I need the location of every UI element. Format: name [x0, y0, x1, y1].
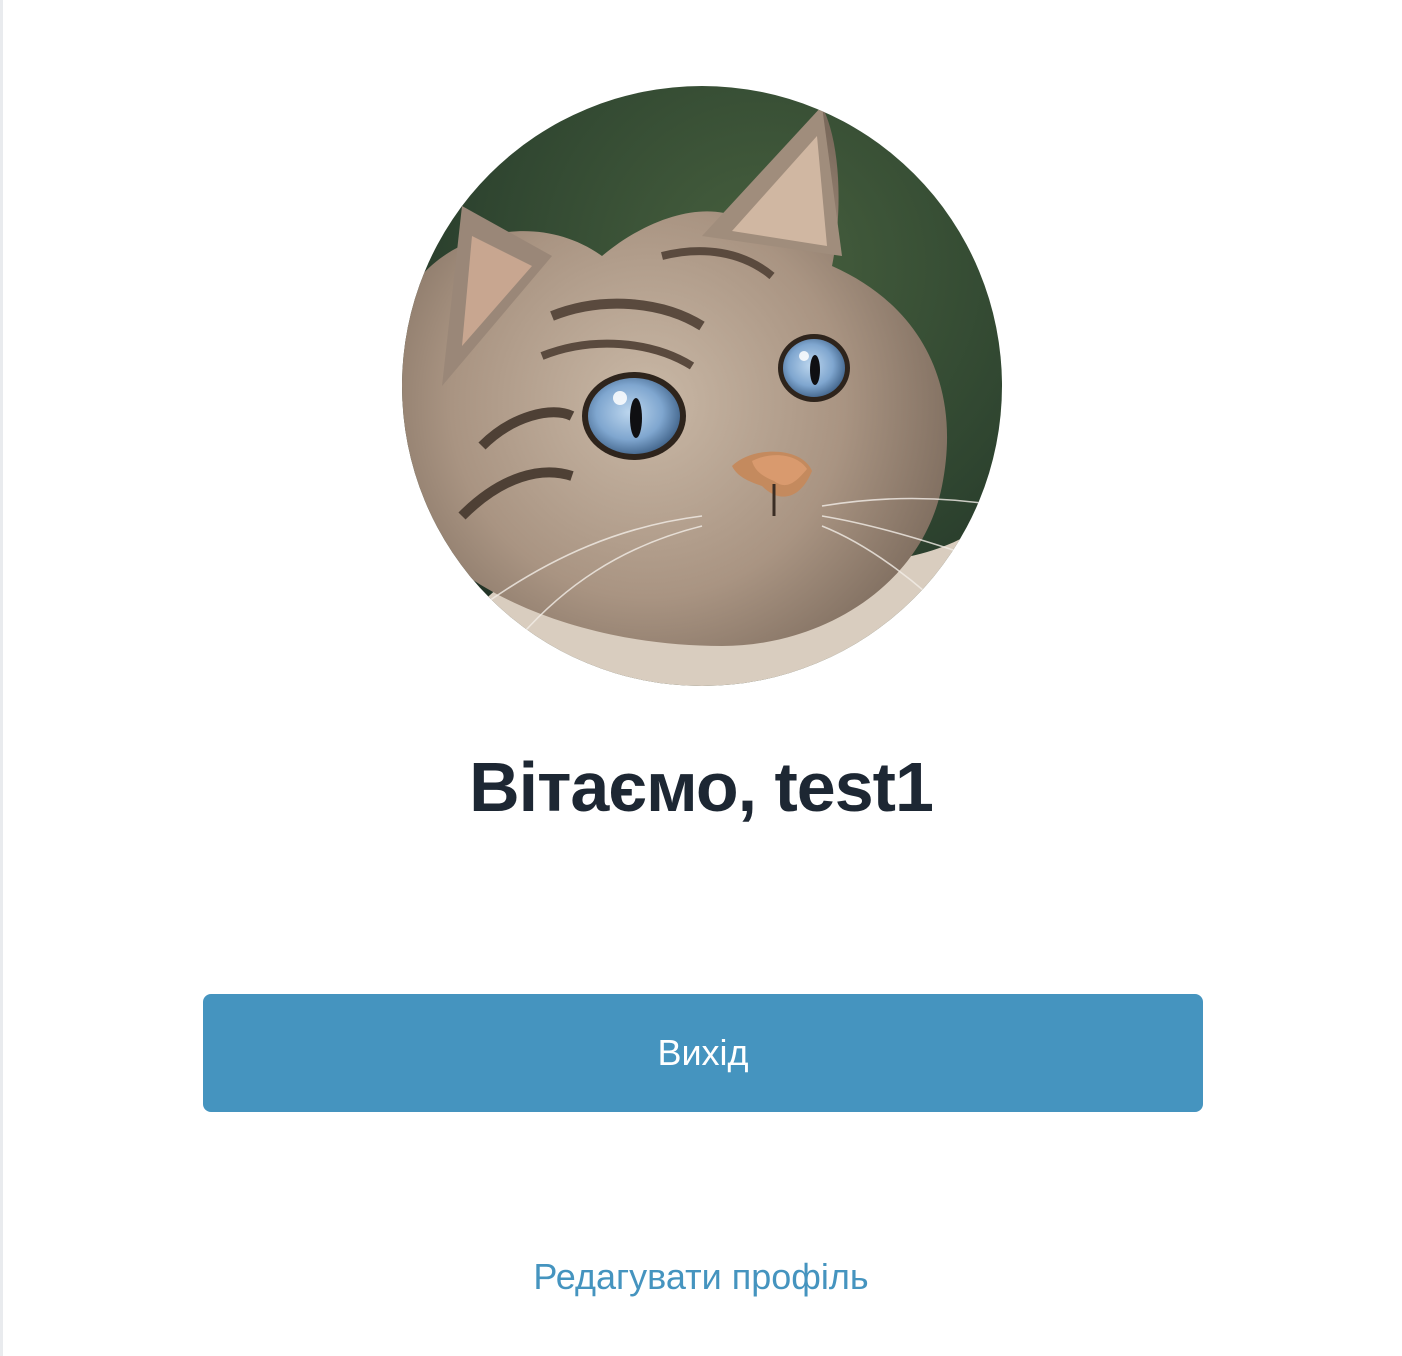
- logout-button-label: Вихід: [657, 1032, 749, 1073]
- logout-button[interactable]: Вихід: [203, 994, 1203, 1112]
- page-title: Вітаємо, test1: [469, 748, 934, 826]
- left-border: [0, 0, 3, 1356]
- cat-photo-icon: [402, 86, 1002, 686]
- avatar: [402, 86, 1002, 686]
- edit-profile-link[interactable]: Редагувати профіль: [0, 1252, 1402, 1302]
- profile-page: Вітаємо, test1 Вихід Редагувати профіль: [0, 0, 1402, 1356]
